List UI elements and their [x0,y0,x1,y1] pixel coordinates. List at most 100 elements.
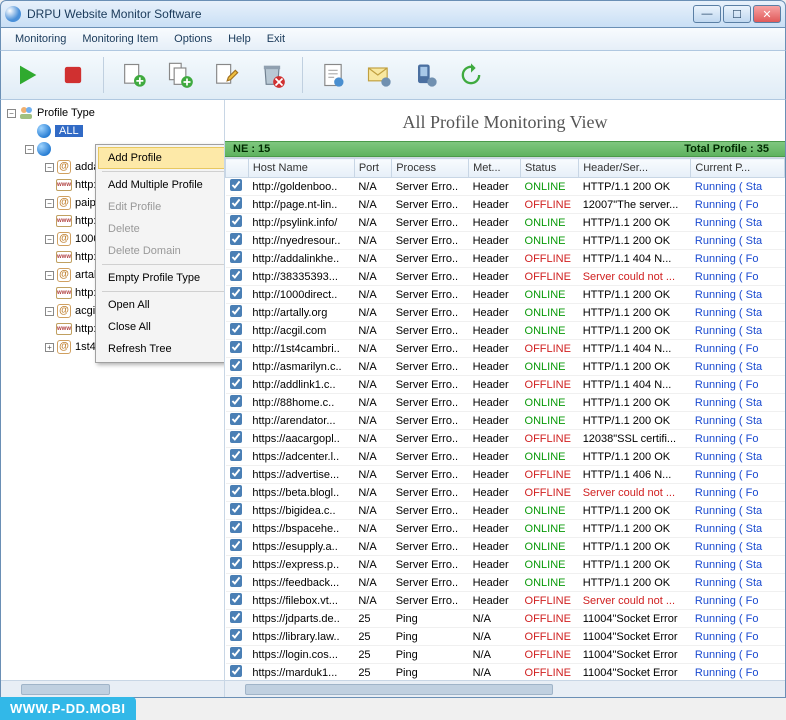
mobile-settings-button[interactable] [407,57,443,93]
row-checkbox[interactable] [230,359,242,371]
table-row[interactable]: https://beta.blogl..N/AServer Erro..Head… [226,484,785,502]
row-checkbox[interactable] [230,215,242,227]
row-checkbox[interactable] [230,395,242,407]
col-2[interactable]: Port [354,159,391,178]
row-checkbox[interactable] [230,485,242,497]
tree-root[interactable]: − Profile Type [3,104,222,122]
table-row[interactable]: http://goldenboo..N/AServer Erro..Header… [226,178,785,196]
minimize-button[interactable]: — [693,5,721,23]
table-row[interactable]: https://bigidea.c..N/AServer Erro..Heade… [226,502,785,520]
row-checkbox[interactable] [230,665,242,677]
row-checkbox[interactable] [230,287,242,299]
table-row[interactable]: http://arendator...N/AServer Erro..Heade… [226,412,785,430]
table-row[interactable]: https://aacargopl..N/AServer Erro..Heade… [226,430,785,448]
table-row[interactable]: http://asmarilyn.c..N/AServer Erro..Head… [226,358,785,376]
add-multi-profile-button[interactable] [162,57,198,93]
row-checkbox[interactable] [230,647,242,659]
table-row[interactable]: https://filebox.vt...N/AServer Erro..Hea… [226,592,785,610]
table-row[interactable]: https://feedback...N/AServer Erro..Heade… [226,574,785,592]
table-row[interactable]: http://artally.orgN/AServer Erro..Header… [226,304,785,322]
table-row[interactable]: https://express.p..N/AServer Erro..Heade… [226,556,785,574]
table-row[interactable]: http://page.nt-lin..N/AServer Erro..Head… [226,196,785,214]
cell-host: http://acgil.com [248,322,354,340]
menu-monitoring-item[interactable]: Monitoring Item [74,31,166,47]
ctx-empty-profile-type[interactable]: Empty Profile Type [98,267,225,289]
table-wrapper[interactable]: Host NamePortProcessMet...StatusHeader/S… [225,157,785,680]
table-row[interactable]: http://psylink.info/N/AServer Erro..Head… [226,214,785,232]
cell-process: Server Erro.. [392,592,469,610]
ctx-edit-profile: Edit Profile [98,196,225,218]
table-row[interactable]: https://marduk1...25PingN/AOFFLINE11004"… [226,664,785,681]
row-checkbox[interactable] [230,575,242,587]
cell-host: https://filebox.vt... [248,592,354,610]
ctx-refresh-tree[interactable]: Refresh Tree [98,338,225,360]
table-row[interactable]: http://nyedresour..N/AServer Erro..Heade… [226,232,785,250]
row-checkbox[interactable] [230,611,242,623]
col-1[interactable]: Host Name [248,159,354,178]
row-checkbox[interactable] [230,629,242,641]
col-3[interactable]: Process [392,159,469,178]
maximize-button[interactable]: ☐ [723,5,751,23]
table-row[interactable]: http://addalinkhe..N/AServer Erro..Heade… [226,250,785,268]
table-row[interactable]: http://1000direct..N/AServer Erro..Heade… [226,286,785,304]
row-checkbox[interactable] [230,503,242,515]
content-scrollbar[interactable] [225,680,785,697]
table-row[interactable]: http://addlink1.c..N/AServer Erro..Heade… [226,376,785,394]
row-checkbox[interactable] [230,377,242,389]
ctx-close-all[interactable]: Close All [98,316,225,338]
col-7[interactable]: Current P... [691,159,785,178]
row-checkbox[interactable] [230,467,242,479]
row-checkbox[interactable] [230,179,242,191]
sidebar-scrollbar[interactable] [1,680,224,697]
ctx-open-all[interactable]: Open All [98,294,225,316]
edit-profile-button[interactable] [208,57,244,93]
table-row[interactable]: https://adcenter.l..N/AServer Erro..Head… [226,448,785,466]
col-0[interactable] [226,159,249,178]
row-checkbox[interactable] [230,413,242,425]
col-4[interactable]: Met... [469,159,521,178]
mail-settings-button[interactable] [361,57,397,93]
play-button[interactable] [9,57,45,93]
tree-node[interactable]: ALL [3,122,222,140]
row-checkbox[interactable] [230,449,242,461]
close-button[interactable]: ✕ [753,5,781,23]
cell-host: https://marduk1... [248,664,354,681]
menu-help[interactable]: Help [220,31,259,47]
add-profile-button[interactable] [116,57,152,93]
ctx-add-multiple-profile[interactable]: Add Multiple Profile [98,174,225,196]
row-checkbox[interactable] [230,521,242,533]
row-checkbox[interactable] [230,305,242,317]
row-checkbox[interactable] [230,197,242,209]
menu-options[interactable]: Options [166,31,220,47]
col-6[interactable]: Header/Ser... [579,159,691,178]
cell-method: Header [469,502,521,520]
row-checkbox[interactable] [230,431,242,443]
col-5[interactable]: Status [521,159,579,178]
refresh-button[interactable] [453,57,489,93]
cell-process: Server Erro.. [392,340,469,358]
table-row[interactable]: https://bspacehe..N/AServer Erro..Header… [226,520,785,538]
table-row[interactable]: http://88home.c..N/AServer Erro..HeaderO… [226,394,785,412]
report-button[interactable] [315,57,351,93]
row-checkbox[interactable] [230,557,242,569]
row-checkbox[interactable] [230,269,242,281]
menu-exit[interactable]: Exit [259,31,293,47]
row-checkbox[interactable] [230,539,242,551]
delete-button[interactable] [254,57,290,93]
stop-button[interactable] [55,57,91,93]
row-checkbox[interactable] [230,251,242,263]
table-row[interactable]: http://38335393...N/AServer Erro..Header… [226,268,785,286]
table-row[interactable]: https://login.cos...25PingN/AOFFLINE1100… [226,646,785,664]
table-row[interactable]: https://advertise...N/AServer Erro..Head… [226,466,785,484]
table-row[interactable]: https://esupply.a..N/AServer Erro..Heade… [226,538,785,556]
table-row[interactable]: http://acgil.comN/AServer Erro..HeaderON… [226,322,785,340]
row-checkbox[interactable] [230,593,242,605]
row-checkbox[interactable] [230,323,242,335]
table-row[interactable]: https://jdparts.de..25PingN/AOFFLINE1100… [226,610,785,628]
ctx-add-profile[interactable]: Add Profile [98,147,225,169]
table-row[interactable]: https://library.law..25PingN/AOFFLINE110… [226,628,785,646]
row-checkbox[interactable] [230,341,242,353]
row-checkbox[interactable] [230,233,242,245]
table-row[interactable]: http://1st4cambri..N/AServer Erro..Heade… [226,340,785,358]
menu-monitoring[interactable]: Monitoring [7,31,74,47]
